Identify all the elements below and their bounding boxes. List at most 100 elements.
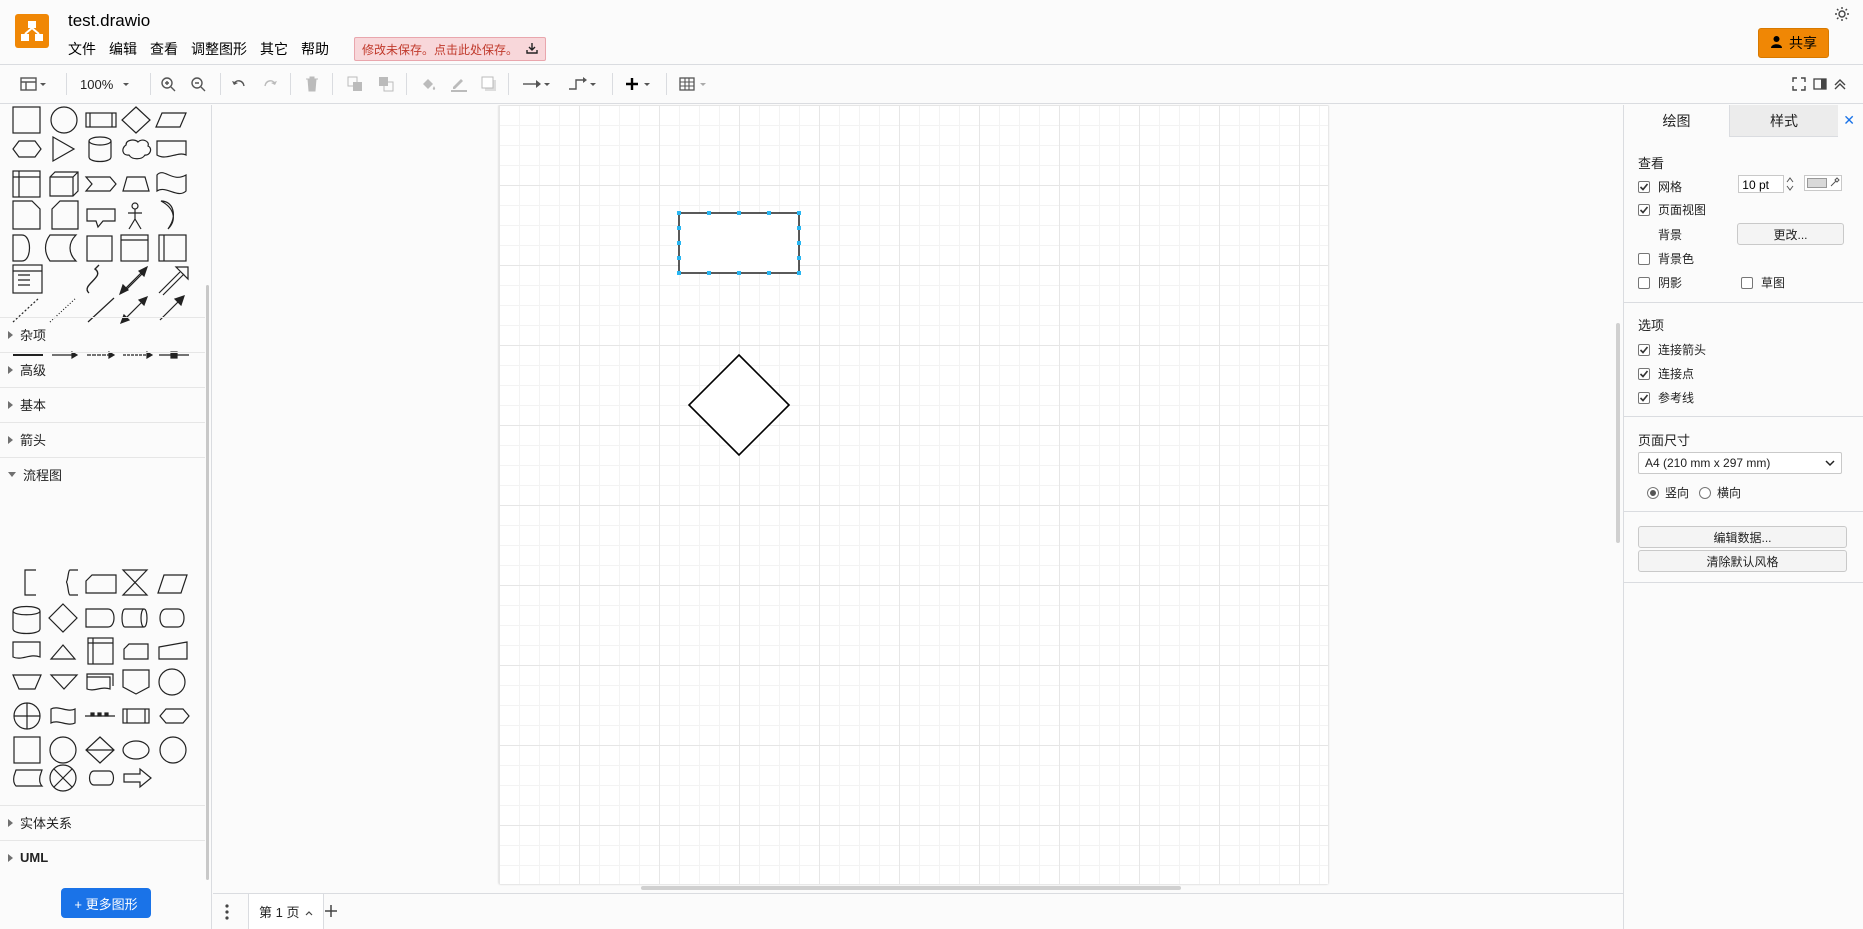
format-panel-icon[interactable] xyxy=(1813,74,1827,94)
guides-option[interactable]: 参考线 xyxy=(1638,389,1694,406)
connection-points-checkbox[interactable] xyxy=(1638,367,1650,380)
page-view-checkbox[interactable] xyxy=(1638,203,1650,216)
menu-edit[interactable]: 编辑 xyxy=(109,41,137,58)
zoom-dropdown[interactable]: 100% xyxy=(80,74,131,94)
format-tabs: 绘图 样式 xyxy=(1624,105,1863,137)
connection-arrows-label: 连接箭头 xyxy=(1658,343,1707,357)
guides-checkbox[interactable] xyxy=(1638,391,1650,404)
shadow-checkbox[interactable] xyxy=(1638,276,1650,289)
view-section-title: 查看 xyxy=(1638,156,1665,171)
connection-arrows-option[interactable]: 连接箭头 xyxy=(1638,341,1706,358)
flowchart-shapes-palette[interactable] xyxy=(8,565,198,805)
page-view-option[interactable]: 页面视图 xyxy=(1638,201,1706,218)
grid-option[interactable]: 网格 xyxy=(1638,178,1682,195)
unsaved-changes-notice[interactable]: 修改未保存。点击此处保存。 xyxy=(354,37,547,61)
menu-file[interactable]: 文件 xyxy=(68,41,96,58)
vertical-scrollbar[interactable] xyxy=(1616,323,1620,543)
redo-icon[interactable] xyxy=(262,74,278,94)
category-advanced[interactable]: 高级 xyxy=(0,352,205,386)
portrait-radio[interactable] xyxy=(1647,486,1659,499)
format-panel: 绘图 样式 ✕ 查看 网格 页面视图 背景 更改... 背景色 阴影 xyxy=(1623,105,1863,929)
line-color-icon[interactable] xyxy=(450,74,468,94)
background-color-checkbox[interactable] xyxy=(1638,252,1650,265)
fill-color-icon[interactable] xyxy=(420,74,438,94)
collapse-icon[interactable] xyxy=(1833,74,1847,94)
chevron-down-icon xyxy=(1825,456,1835,470)
category-basic[interactable]: 基本 xyxy=(0,387,205,421)
grid-size-input[interactable] xyxy=(1738,175,1784,193)
tab-diagram[interactable]: 绘图 xyxy=(1624,105,1730,137)
plus-icon xyxy=(625,77,639,91)
close-icon[interactable]: ✕ xyxy=(1843,112,1855,129)
menu-view[interactable]: 查看 xyxy=(150,41,178,58)
category-label: 高级 xyxy=(20,363,47,378)
zoom-out-icon[interactable] xyxy=(190,74,206,94)
undo-icon[interactable] xyxy=(231,74,247,94)
landscape-option[interactable]: 横向 xyxy=(1699,484,1741,501)
category-label: 箭头 xyxy=(20,433,47,448)
shadow-icon[interactable] xyxy=(481,74,497,94)
toolbar: 100% xyxy=(0,64,1863,104)
grid-checkbox[interactable] xyxy=(1638,180,1650,193)
share-label: 共享 xyxy=(1789,35,1817,51)
eyedropper-icon xyxy=(1830,174,1840,192)
to-front-icon[interactable] xyxy=(347,74,363,94)
sketch-checkbox[interactable] xyxy=(1741,276,1753,289)
add-page-icon[interactable] xyxy=(323,903,339,924)
chevron-right-icon xyxy=(8,330,13,339)
sidebar-scrollbar[interactable] xyxy=(206,285,209,880)
category-misc[interactable]: 杂项 xyxy=(0,317,205,351)
category-label: 杂项 xyxy=(20,328,47,343)
portrait-option[interactable]: 竖向 xyxy=(1647,484,1689,501)
clear-default-style-button[interactable]: 清除默认风格 xyxy=(1638,550,1847,572)
shape-sidebar: 杂项 高级 基本 箭头 流程图 实体关系 UML + 更多图形 xyxy=(0,105,212,929)
insert-dropdown[interactable] xyxy=(625,74,652,94)
tab-style[interactable]: 样式 xyxy=(1730,105,1838,137)
format-panel-toggle[interactable] xyxy=(20,74,48,94)
table-dropdown[interactable] xyxy=(679,74,708,94)
chevron-down-icon xyxy=(121,80,131,88)
share-button[interactable]: 共享 xyxy=(1758,28,1829,58)
waypoints-dropdown[interactable] xyxy=(568,74,598,94)
horizontal-scrollbar[interactable] xyxy=(641,886,1181,890)
diagram-page[interactable] xyxy=(499,105,1328,884)
category-entity-relation[interactable]: 实体关系 xyxy=(0,805,205,839)
shadow-option[interactable]: 阴影 xyxy=(1638,274,1682,291)
document-title[interactable]: test.drawio xyxy=(68,11,150,31)
menu-arrange[interactable]: 调整图形 xyxy=(191,41,247,58)
category-flowchart[interactable]: 流程图 xyxy=(0,457,205,491)
vertical-dots-icon[interactable] xyxy=(225,904,229,925)
grid-size-spinner[interactable] xyxy=(1785,175,1795,193)
connection-arrows-checkbox[interactable] xyxy=(1638,343,1650,356)
zoom-in-icon[interactable] xyxy=(160,74,176,94)
to-back-icon[interactable] xyxy=(378,74,394,94)
arrow-right-icon xyxy=(522,79,542,89)
menu-extras[interactable]: 其它 xyxy=(260,41,288,58)
landscape-radio[interactable] xyxy=(1699,486,1711,499)
edit-data-button[interactable]: 编辑数据... xyxy=(1638,526,1847,548)
connection-style-dropdown[interactable] xyxy=(522,74,552,94)
menu-help[interactable]: 帮助 xyxy=(301,41,329,58)
rectangle-shape[interactable] xyxy=(677,211,801,275)
options-section-title: 选项 xyxy=(1638,318,1665,333)
delete-icon[interactable] xyxy=(305,74,319,94)
header: test.drawio 文件 编辑 查看 调整图形 其它 帮助 修改未保存。点击… xyxy=(0,0,1863,64)
change-background-button[interactable]: 更改... xyxy=(1737,223,1844,245)
grid-color-picker[interactable] xyxy=(1804,175,1842,191)
category-uml[interactable]: UML xyxy=(0,840,205,874)
page-tab[interactable]: 第 1 页 xyxy=(248,894,325,929)
fullscreen-icon[interactable] xyxy=(1792,74,1806,94)
sun-icon[interactable] xyxy=(1834,6,1850,22)
drawio-logo-icon[interactable] xyxy=(15,14,49,48)
category-arrows[interactable]: 箭头 xyxy=(0,422,205,456)
diamond-shape[interactable] xyxy=(687,353,791,457)
connection-points-option[interactable]: 连接点 xyxy=(1638,365,1694,382)
page-size-select[interactable]: A4 (210 mm x 297 mm) xyxy=(1638,452,1842,474)
diagram-canvas[interactable] xyxy=(213,105,1623,893)
more-shapes-button[interactable]: + 更多图形 xyxy=(61,888,151,918)
chevron-up-icon[interactable] xyxy=(305,904,313,919)
background-color-label: 背景色 xyxy=(1658,252,1695,266)
sketch-option[interactable]: 草图 xyxy=(1741,274,1785,291)
menu-bar: 文件 编辑 查看 调整图形 其它 帮助 xyxy=(68,41,342,58)
background-color-option[interactable]: 背景色 xyxy=(1638,250,1694,267)
